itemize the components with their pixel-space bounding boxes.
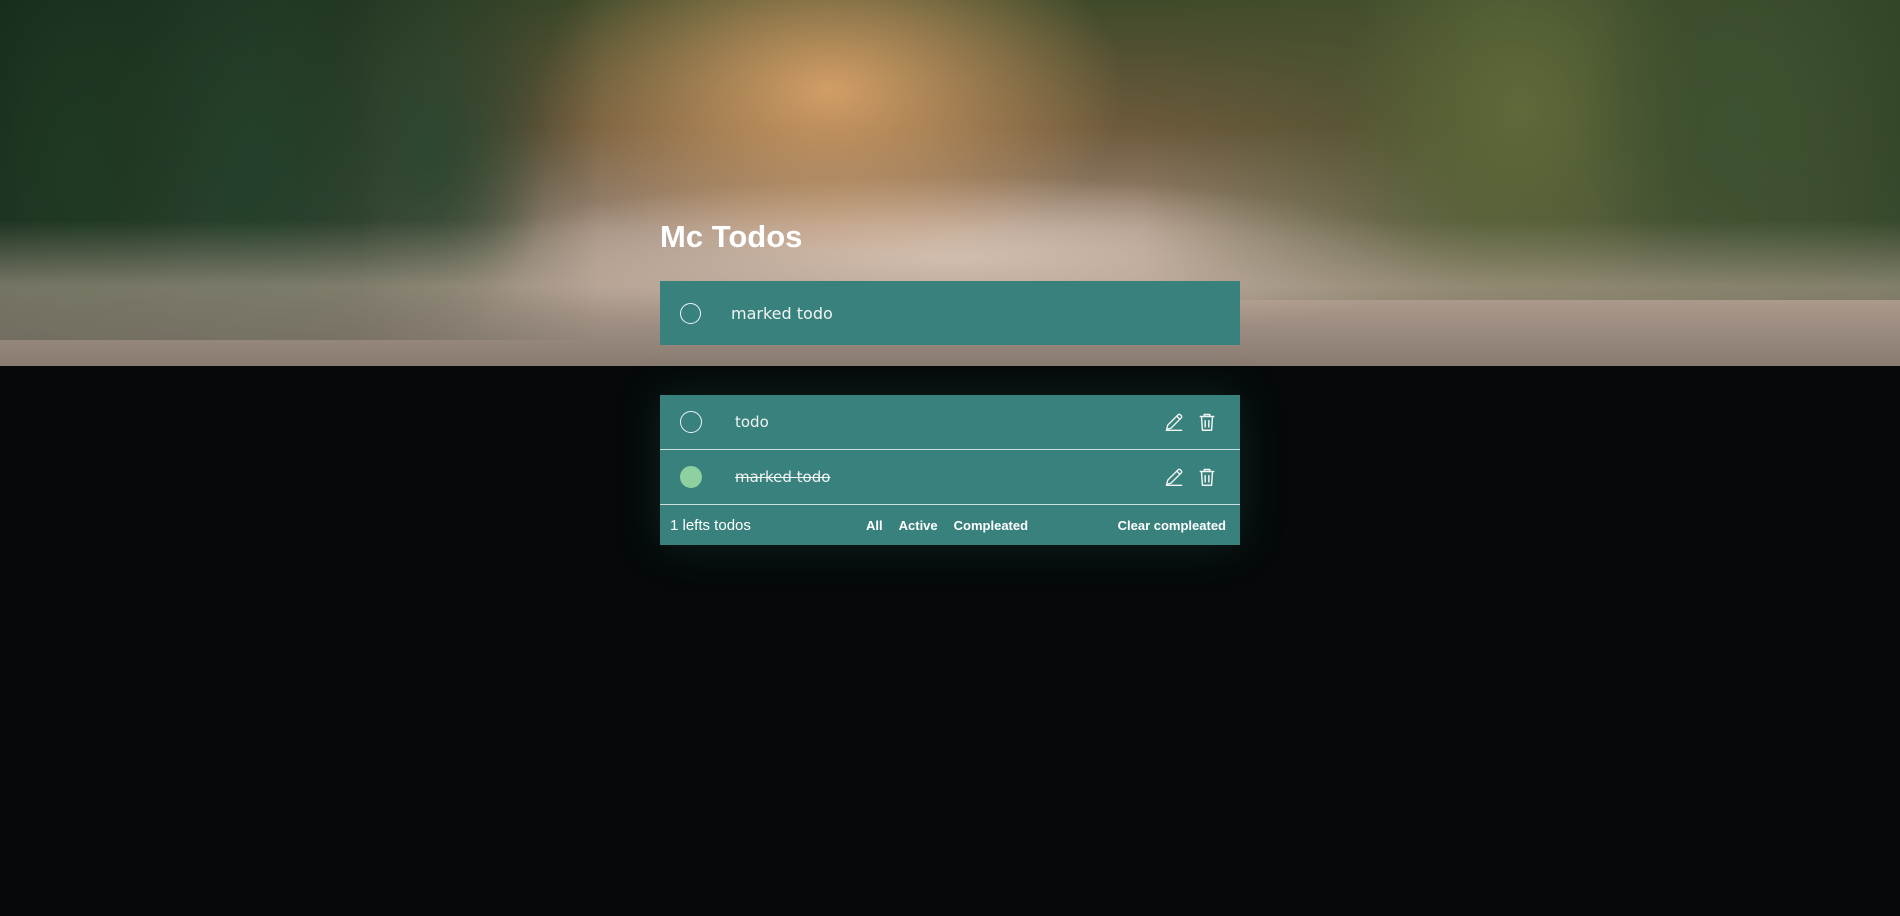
todo-item: marked todo xyxy=(660,450,1240,505)
filter-group: All Active Compleated xyxy=(866,518,1028,533)
new-todo-bar xyxy=(660,281,1240,345)
todo-item: todo xyxy=(660,395,1240,450)
filter-all[interactable]: All xyxy=(866,518,883,533)
todo-list: todo marked todo 1 lefts todos All Activ… xyxy=(660,395,1240,545)
todo-checkbox-checked[interactable] xyxy=(680,466,702,488)
trash-icon[interactable] xyxy=(1195,466,1218,489)
app-title-bold: Mc xyxy=(660,219,704,254)
items-left-count: 1 lefts todos xyxy=(670,516,751,534)
pencil-icon[interactable] xyxy=(1162,411,1185,434)
app-title: Mc Todos xyxy=(660,218,802,256)
todo-checkbox[interactable] xyxy=(680,411,702,433)
todo-text: todo xyxy=(735,413,769,431)
todo-footer: 1 lefts todos All Active Compleated Clea… xyxy=(660,505,1240,545)
filter-completed[interactable]: Compleated xyxy=(954,518,1028,533)
app-title-rest: Todos xyxy=(711,219,803,254)
todo-actions xyxy=(1162,466,1218,489)
filter-active[interactable]: Active xyxy=(899,518,938,533)
todo-actions xyxy=(1162,411,1218,434)
toggle-all-circle[interactable] xyxy=(680,302,701,324)
clear-completed-button[interactable]: Clear compleated xyxy=(1118,518,1226,533)
new-todo-input[interactable] xyxy=(731,303,931,323)
pencil-icon[interactable] xyxy=(1162,466,1185,489)
trash-icon[interactable] xyxy=(1195,411,1218,434)
todo-text: marked todo xyxy=(735,468,831,486)
